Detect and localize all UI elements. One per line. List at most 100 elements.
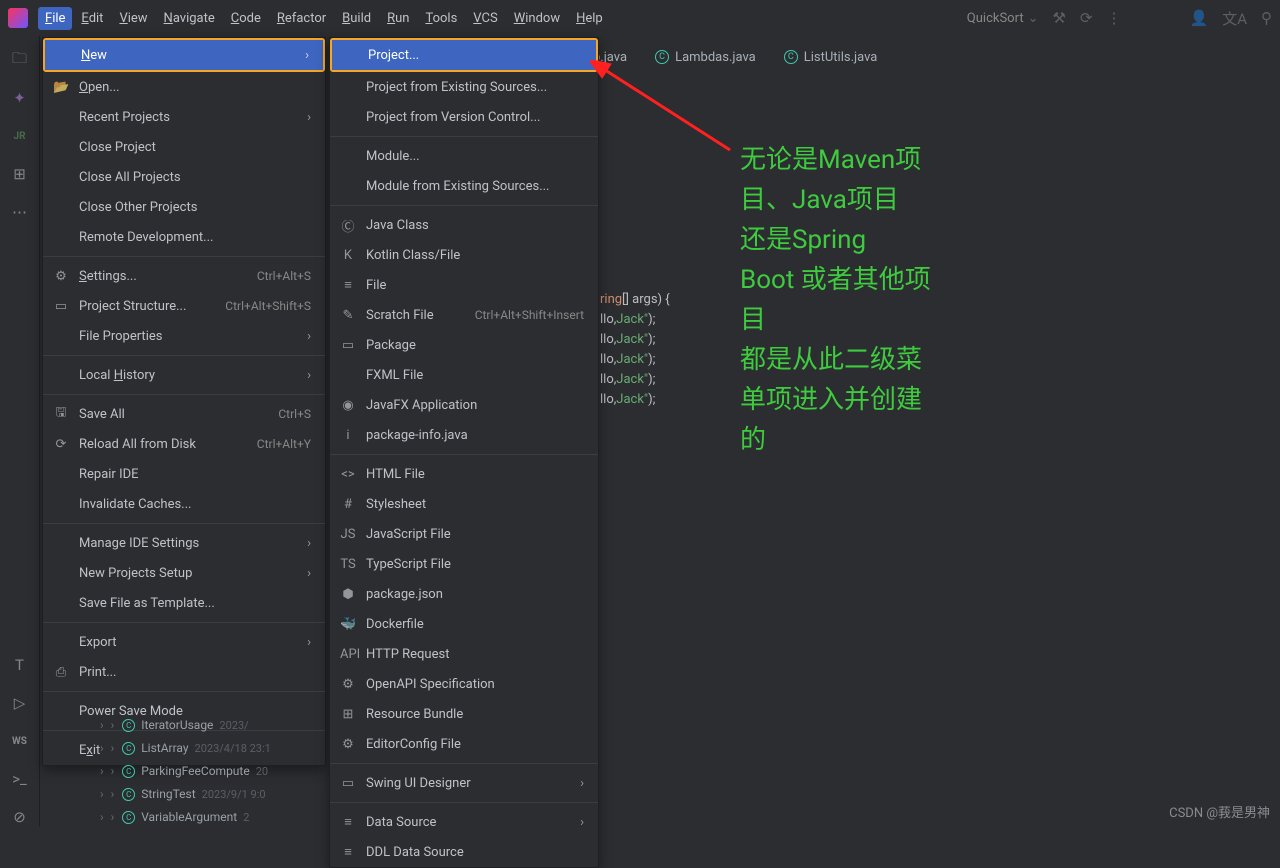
- terminal-icon[interactable]: >_: [10, 769, 30, 789]
- menu-item-typescript-file[interactable]: TSTypeScript File: [330, 549, 598, 579]
- menu-item-package-json[interactable]: ⬢package.json: [330, 579, 598, 609]
- item-icon: ⎙: [53, 665, 69, 680]
- menu-item-close-other-projects[interactable]: Close Other Projects: [43, 192, 325, 222]
- menu-item-dockerfile[interactable]: 🐳Dockerfile: [330, 609, 598, 639]
- structure-icon[interactable]: ⊞: [10, 164, 30, 184]
- menu-help[interactable]: Help: [569, 7, 610, 30]
- problems-icon[interactable]: ⊘: [10, 807, 30, 827]
- menu-item-label: Save All: [79, 407, 125, 422]
- ai-icon[interactable]: ✦: [10, 88, 30, 108]
- menu-item-resource-bundle[interactable]: ⊞Resource Bundle: [330, 699, 598, 729]
- shortcut: Ctrl+S: [278, 407, 311, 421]
- chevron-right-icon: ›: [307, 566, 311, 581]
- menu-item-editorconfig-file[interactable]: ⚙EditorConfig File: [330, 729, 598, 759]
- menu-code[interactable]: Code: [224, 7, 268, 30]
- folder-icon[interactable]: 🗀: [10, 50, 30, 70]
- item-icon: ✎: [340, 308, 356, 323]
- menu-item-data-source[interactable]: ≡Data Source›: [330, 807, 598, 837]
- tree-item[interactable]: › ›CIteratorUsage 2023/: [100, 714, 271, 737]
- tab-listutils-java[interactable]: CListUtils.java: [770, 40, 892, 74]
- menu-tools[interactable]: Tools: [418, 7, 464, 30]
- ws-icon[interactable]: WS: [10, 731, 30, 751]
- menu-item-close-project[interactable]: Close Project: [43, 132, 325, 162]
- menu-item-invalidate-caches-[interactable]: Invalidate Caches...: [43, 489, 325, 519]
- item-icon: ⚙: [340, 677, 356, 692]
- menu-item-module-[interactable]: Module...: [330, 141, 598, 171]
- menu-item-file[interactable]: ≡File: [330, 270, 598, 300]
- menu-item-scratch-file[interactable]: ✎Scratch FileCtrl+Alt+Shift+Insert: [330, 300, 598, 330]
- menu-item-new[interactable]: New›: [45, 40, 323, 70]
- project-selector[interactable]: QuickSort⌄: [967, 11, 1039, 26]
- menu-item-label: Reload All from Disk: [79, 437, 196, 452]
- more-icon[interactable]: ⋮: [1107, 9, 1122, 27]
- menu-item-label: Project...: [368, 48, 419, 63]
- tree-item[interactable]: › ›CStringTest 2023/9/1 9:0: [100, 783, 271, 806]
- menu-item-save-all[interactable]: 🖫Save AllCtrl+S: [43, 399, 325, 429]
- menu-item-http-request[interactable]: APIHTTP Request: [330, 639, 598, 669]
- translate-icon[interactable]: 文A: [1222, 8, 1247, 29]
- menu-item-label: Project Structure...: [79, 299, 186, 314]
- menu-item-label: Exit: [79, 743, 100, 758]
- menu-item-html-file[interactable]: <>HTML File: [330, 459, 598, 489]
- tree-item[interactable]: › ›CVariableArgument 2: [100, 806, 271, 829]
- menu-item-settings-[interactable]: ⚙Settings...Ctrl+Alt+S: [43, 261, 325, 291]
- menu-item-project-[interactable]: Project...: [332, 40, 596, 70]
- item-icon: ▭: [53, 299, 69, 314]
- menu-edit[interactable]: Edit: [74, 7, 110, 30]
- menu-item-package-info-java[interactable]: ipackage-info.java: [330, 420, 598, 450]
- menu-item-local-history[interactable]: Local History›: [43, 360, 325, 390]
- hammer-icon[interactable]: ⚒: [1052, 9, 1065, 27]
- menu-item-recent-projects[interactable]: Recent Projects›: [43, 102, 325, 132]
- menu-item-new-projects-setup[interactable]: New Projects Setup›: [43, 558, 325, 588]
- menu-item-label: Resource Bundle: [366, 707, 463, 722]
- search-icon[interactable]: ⚲: [1261, 9, 1272, 27]
- menu-item-manage-ide-settings[interactable]: Manage IDE Settings›: [43, 528, 325, 558]
- menu-item-label: Dockerfile: [366, 617, 424, 632]
- menu-refactor[interactable]: Refactor: [270, 7, 333, 30]
- menu-item-remote-development-[interactable]: Remote Development...: [43, 222, 325, 252]
- menu-item-save-file-as-template-[interactable]: Save File as Template...: [43, 588, 325, 618]
- play-icon[interactable]: ▷: [10, 693, 30, 713]
- menu-item-stylesheet[interactable]: #Stylesheet: [330, 489, 598, 519]
- menu-item-print-[interactable]: ⎙Print...: [43, 657, 325, 687]
- jr-icon[interactable]: JR: [10, 126, 30, 146]
- menu-item-java-class[interactable]: ⒸJava Class: [330, 210, 598, 240]
- menu-item-kotlin-class-file[interactable]: KKotlin Class/File: [330, 240, 598, 270]
- menu-vcs[interactable]: VCS: [466, 7, 504, 30]
- update-icon[interactable]: ⟳: [1080, 9, 1093, 27]
- menu-item-ddl-data-source[interactable]: ≡DDL Data Source: [330, 837, 598, 867]
- menu-item-export[interactable]: Export›: [43, 627, 325, 657]
- menu-build[interactable]: Build: [335, 7, 378, 30]
- menu-item-project-from-existing-sources-[interactable]: Project from Existing Sources...: [330, 72, 598, 102]
- menu-item-file-properties[interactable]: File Properties›: [43, 321, 325, 351]
- menu-file[interactable]: File: [38, 7, 72, 30]
- menu-item-label: Package: [366, 338, 416, 353]
- menu-item-project-from-version-control-[interactable]: Project from Version Control...: [330, 102, 598, 132]
- user-icon[interactable]: 👤: [1190, 9, 1209, 27]
- menu-item-repair-ide[interactable]: Repair IDE: [43, 459, 325, 489]
- menu-navigate[interactable]: Navigate: [157, 7, 222, 30]
- menubar: FileEditViewNavigateCodeRefactorBuildRun…: [38, 7, 610, 30]
- menu-item-javascript-file[interactable]: JSJavaScript File: [330, 519, 598, 549]
- menu-item-swing-ui-designer[interactable]: ▭Swing UI Designer›: [330, 768, 598, 798]
- menu-item-fxml-file[interactable]: FXML File: [330, 360, 598, 390]
- menu-item-project-structure-[interactable]: ▭Project Structure...Ctrl+Alt+Shift+S: [43, 291, 325, 321]
- menu-item-close-all-projects[interactable]: Close All Projects: [43, 162, 325, 192]
- menu-run[interactable]: Run: [380, 7, 416, 30]
- menu-item-package[interactable]: ▭Package: [330, 330, 598, 360]
- t-icon[interactable]: T: [10, 655, 30, 675]
- menu-window[interactable]: Window: [507, 7, 567, 30]
- tree-item[interactable]: › ›CParkingFeeCompute 20: [100, 760, 271, 783]
- menu-item-javafx-application[interactable]: ◉JavaFX Application: [330, 390, 598, 420]
- menu-item-module-from-existing-sources-[interactable]: Module from Existing Sources...: [330, 171, 598, 201]
- item-icon: ≡: [340, 277, 356, 293]
- menu-item-openapi-specification[interactable]: ⚙OpenAPI Specification: [330, 669, 598, 699]
- chevron-right-icon: ›: [307, 536, 311, 551]
- menu-item-label: Data Source: [366, 815, 436, 830]
- menu-item-open-[interactable]: 📂Open...: [43, 72, 325, 102]
- menu-view[interactable]: View: [112, 7, 154, 30]
- more-tools-icon[interactable]: ⋯: [10, 202, 30, 222]
- tree-item[interactable]: › ›CListArray 2023/4/18 23:1: [100, 737, 271, 760]
- menu-item-label: package.json: [366, 587, 443, 602]
- menu-item-reload-all-from-disk[interactable]: ⟳Reload All from DiskCtrl+Alt+Y: [43, 429, 325, 459]
